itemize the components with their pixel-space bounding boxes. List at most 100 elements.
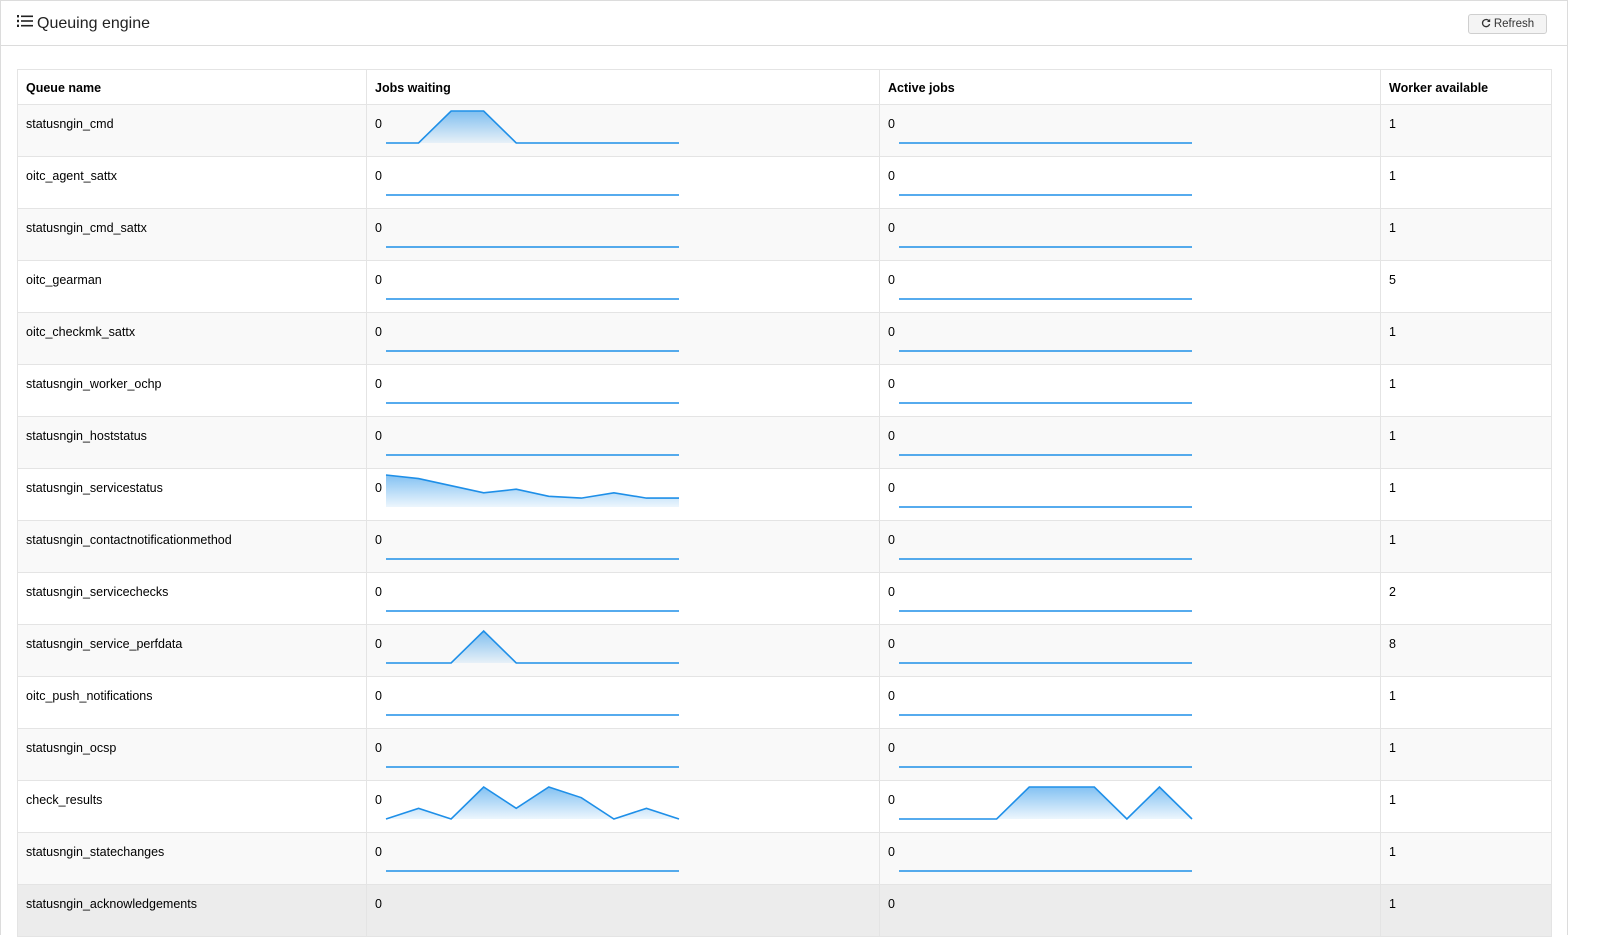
refresh-button[interactable]: Refresh bbox=[1468, 14, 1547, 34]
jobs-waiting-sparkline bbox=[386, 402, 679, 404]
worker-available-cell: 1 bbox=[1380, 208, 1552, 261]
column-header-worker-available[interactable]: Worker available bbox=[1380, 69, 1552, 105]
sparkline-area bbox=[386, 631, 679, 663]
table-row: statusngin_worker_ochp 0 0 1 bbox=[17, 364, 1552, 417]
worker-available-cell: 1 bbox=[1380, 364, 1552, 417]
jobs-waiting-sparkline bbox=[386, 766, 679, 768]
jobs-waiting-value: 0 bbox=[375, 377, 382, 391]
jobs-waiting-cell: 0 bbox=[366, 884, 880, 937]
jobs-waiting-value: 0 bbox=[375, 429, 382, 443]
queue-name-cell: oitc_agent_sattx bbox=[17, 156, 367, 209]
sparkline-area bbox=[386, 111, 679, 143]
page-title: Queuing engine bbox=[17, 14, 150, 33]
column-header-jobs-waiting[interactable]: Jobs waiting bbox=[366, 69, 880, 105]
sparkline-area bbox=[899, 787, 1192, 819]
jobs-waiting-value: 0 bbox=[375, 221, 382, 235]
active-jobs-sparkline bbox=[899, 610, 1192, 612]
active-jobs-value: 0 bbox=[888, 221, 895, 235]
queue-name-cell: statusngin_ocsp bbox=[17, 728, 367, 781]
jobs-waiting-cell: 0 bbox=[366, 832, 880, 885]
worker-available-cell: 1 bbox=[1380, 728, 1552, 781]
jobs-waiting-sparkline bbox=[386, 110, 679, 144]
jobs-waiting-sparkline bbox=[386, 629, 679, 664]
jobs-waiting-sparkline bbox=[386, 194, 679, 196]
queue-name-cell: statusngin_servicechecks bbox=[17, 572, 367, 625]
active-jobs-cell: 0 bbox=[879, 104, 1381, 157]
worker-available-cell: 1 bbox=[1380, 416, 1552, 469]
queue-table: Queue name Jobs waiting Active jobs Work… bbox=[17, 69, 1552, 937]
jobs-waiting-value: 0 bbox=[375, 845, 382, 859]
jobs-waiting-value: 0 bbox=[375, 897, 382, 911]
refresh-button-label: Refresh bbox=[1493, 18, 1535, 30]
worker-available-cell: 1 bbox=[1380, 832, 1552, 885]
sparkline-area bbox=[386, 787, 679, 819]
worker-available-cell: 1 bbox=[1380, 156, 1552, 209]
jobs-waiting-sparkline bbox=[386, 454, 679, 456]
active-jobs-cell: 0 bbox=[879, 260, 1381, 313]
active-jobs-value: 0 bbox=[888, 741, 895, 755]
worker-available-cell: 8 bbox=[1380, 624, 1552, 677]
jobs-waiting-sparkline bbox=[386, 298, 679, 300]
worker-available-cell: 1 bbox=[1380, 312, 1552, 365]
table-row: check_results 0 0 1 bbox=[17, 780, 1552, 833]
active-jobs-value: 0 bbox=[888, 689, 895, 703]
queue-name-cell: check_results bbox=[17, 780, 367, 833]
table-row: statusngin_contactnotificationmethod 0 0 1 bbox=[17, 520, 1552, 573]
active-jobs-sparkline bbox=[899, 454, 1192, 456]
table-row: oitc_push_notifications 0 0 1 bbox=[17, 676, 1552, 729]
jobs-waiting-cell: 0 bbox=[366, 780, 880, 833]
queue-name-cell: oitc_push_notifications bbox=[17, 676, 367, 729]
jobs-waiting-value: 0 bbox=[375, 793, 382, 807]
jobs-waiting-value: 0 bbox=[375, 689, 382, 703]
queue-name-cell: statusngin_service_perfdata bbox=[17, 624, 367, 677]
active-jobs-cell: 0 bbox=[879, 832, 1381, 885]
active-jobs-value: 0 bbox=[888, 845, 895, 859]
queue-table-body: statusngin_cmd 0 0 1 oitc_agent_sattx 0 0 1 stat… bbox=[17, 104, 1552, 937]
refresh-icon bbox=[1481, 18, 1494, 31]
table-row: statusngin_cmd 0 0 1 bbox=[17, 104, 1552, 157]
active-jobs-cell: 0 bbox=[879, 468, 1381, 521]
jobs-waiting-cell: 0 bbox=[366, 728, 880, 781]
queue-name-cell: statusngin_acknowledgements bbox=[17, 884, 367, 937]
table-row: statusngin_servicestatus 0 0 1 bbox=[17, 468, 1552, 521]
active-jobs-value: 0 bbox=[888, 169, 895, 183]
queue-name-cell: statusngin_servicestatus bbox=[17, 468, 367, 521]
jobs-waiting-cell: 0 bbox=[366, 468, 880, 521]
column-header-active-jobs[interactable]: Active jobs bbox=[879, 69, 1381, 105]
active-jobs-value: 0 bbox=[888, 377, 895, 391]
table-row: statusngin_cmd_sattx 0 0 1 bbox=[17, 208, 1552, 261]
active-jobs-cell: 0 bbox=[879, 364, 1381, 417]
jobs-waiting-cell: 0 bbox=[366, 156, 880, 209]
sparkline-line bbox=[386, 629, 679, 664]
table-row: oitc_checkmk_sattx 0 0 1 bbox=[17, 312, 1552, 365]
jobs-waiting-value: 0 bbox=[375, 273, 382, 287]
column-header-queue-name[interactable]: Queue name bbox=[17, 69, 367, 105]
queue-name-cell: statusngin_cmd_sattx bbox=[17, 208, 367, 261]
active-jobs-value: 0 bbox=[888, 325, 895, 339]
active-jobs-value: 0 bbox=[888, 481, 895, 495]
worker-available-cell: 1 bbox=[1380, 780, 1552, 833]
queue-name-cell: statusngin_cmd bbox=[17, 104, 367, 157]
jobs-waiting-cell: 0 bbox=[366, 624, 880, 677]
active-jobs-sparkline bbox=[899, 142, 1192, 144]
jobs-waiting-value: 0 bbox=[375, 637, 382, 651]
worker-available-cell: 1 bbox=[1380, 884, 1552, 937]
jobs-waiting-value: 0 bbox=[375, 117, 382, 131]
active-jobs-sparkline bbox=[899, 506, 1192, 508]
table-row: oitc_gearman 0 0 5 bbox=[17, 260, 1552, 313]
worker-available-cell: 2 bbox=[1380, 572, 1552, 625]
jobs-waiting-sparkline bbox=[386, 350, 679, 352]
table-row: statusngin_ocsp 0 0 1 bbox=[17, 728, 1552, 781]
jobs-waiting-value: 0 bbox=[375, 169, 382, 183]
jobs-waiting-sparkline bbox=[386, 246, 679, 248]
active-jobs-value: 0 bbox=[888, 117, 895, 131]
jobs-waiting-cell: 0 bbox=[366, 364, 880, 417]
list-ordered-icon bbox=[17, 14, 37, 33]
active-jobs-cell: 0 bbox=[879, 676, 1381, 729]
active-jobs-value: 0 bbox=[888, 793, 895, 807]
active-jobs-cell: 0 bbox=[879, 312, 1381, 365]
queue-name-cell: oitc_gearman bbox=[17, 260, 367, 313]
active-jobs-value: 0 bbox=[888, 273, 895, 287]
active-jobs-sparkline bbox=[899, 558, 1192, 560]
queue-name-cell: oitc_checkmk_sattx bbox=[17, 312, 367, 365]
